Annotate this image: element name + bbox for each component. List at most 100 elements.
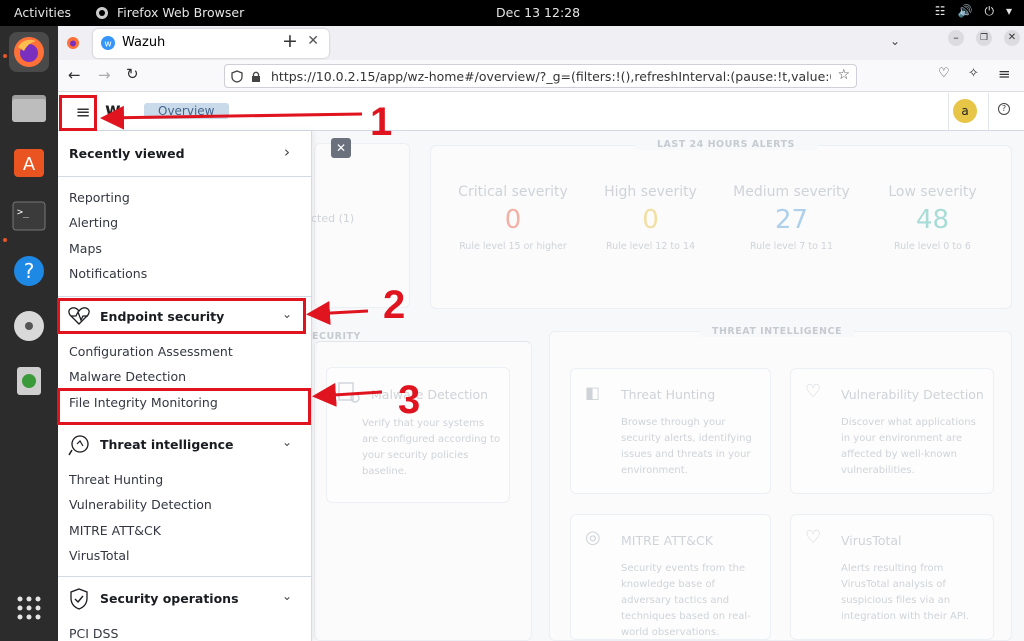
highlight-box-endpoint-security (57, 298, 306, 334)
stat-value: 0 (642, 205, 659, 235)
dock-help[interactable]: ? (9, 251, 49, 291)
card-description: Browse through your security alerts, ide… (621, 417, 752, 476)
threat-hunting-card[interactable]: ◧ Threat Hunting Browse through your sec… (570, 368, 771, 494)
extensions-icon[interactable]: ✧ (968, 66, 979, 81)
card-title: VirusTotal (841, 533, 902, 548)
malware-config-icon (338, 382, 360, 403)
chevron-down-icon[interactable]: ⌄ (282, 589, 292, 603)
stat-sub: Rule level 0 to 6 (894, 241, 971, 252)
security-operations-group[interactable]: Security operations (100, 591, 239, 606)
user-avatar[interactable]: a (953, 99, 977, 123)
app-menu[interactable]: Firefox Web Browser (95, 5, 244, 20)
help-icon[interactable]: ? (998, 103, 1010, 115)
card-description: Alerts resulting from VirusTotal analysi… (841, 563, 969, 622)
close-tab-icon[interactable]: ✕ (307, 33, 319, 49)
threat-section-title: THREAT INTELLIGENCE (700, 326, 854, 337)
card-description: Security events from the knowledge base … (621, 563, 751, 638)
chevron-right-icon[interactable]: › (284, 143, 290, 161)
dock-disc[interactable] (9, 306, 49, 346)
virustotal-card[interactable]: ♡ VirusTotal Alerts resulting from Virus… (790, 514, 994, 640)
minimize-button[interactable]: – (948, 30, 964, 46)
menu-item-reporting[interactable]: Reporting (69, 190, 130, 205)
medium-severity-stat[interactable]: Medium severity 27 Rule level 7 to 11 (714, 184, 869, 252)
mitre-attack-card[interactable]: ◎ MITRE ATT&CK Security events from the … (570, 514, 771, 640)
reload-icon[interactable]: ↻ (126, 65, 139, 83)
address-bar[interactable]: https://10.0.2.15/app/wz-home#/overview/… (224, 64, 857, 88)
close-window-button[interactable]: ✕ (1004, 30, 1020, 46)
pocket-icon[interactable]: ♡ (938, 66, 950, 81)
svg-text:w: w (104, 40, 111, 50)
shield-icon (231, 70, 243, 83)
menu-item-maps[interactable]: Maps (69, 241, 102, 256)
clock[interactable]: Dec 13 12:28 (496, 5, 580, 20)
menu-item-mitre-attack[interactable]: MITRE ATT&CK (69, 523, 161, 538)
dock-files[interactable] (9, 88, 49, 128)
target-icon: ◎ (585, 527, 601, 548)
heart-icon: ♡ (805, 381, 822, 402)
highlight-box-hamburger (59, 95, 97, 131)
show-apps-button[interactable] (9, 588, 49, 628)
activities-button[interactable]: Activities (14, 5, 71, 20)
back-arrow-icon[interactable]: ← (68, 66, 81, 84)
card-description: Discover what applications in your envir… (841, 417, 976, 476)
app-name: Firefox Web Browser (117, 5, 245, 20)
last-24h-alerts-panel: LAST 24 HOURS ALERTS Critical severity 0… (430, 139, 1012, 309)
security-operations-icon (70, 588, 88, 610)
step-number-1: 1 (370, 100, 393, 144)
menu-item-malware-detection[interactable]: Malware Detection (69, 369, 186, 384)
vulnerability-detection-card[interactable]: ♡ Vulnerability Detection Discover what … (790, 368, 994, 494)
forward-arrow-icon[interactable]: → (98, 66, 111, 84)
card-description: Verify that your systems are configured … (362, 418, 501, 477)
menu-item-pci-dss[interactable]: PCI DSS (69, 626, 118, 641)
critical-severity-stat[interactable]: Critical severity 0 Rule level 15 or hig… (433, 184, 593, 252)
menu-divider (58, 296, 312, 297)
recently-viewed-title[interactable]: Recently viewed (69, 146, 185, 161)
menu-item-threat-hunting[interactable]: Threat Hunting (69, 472, 163, 487)
threat-hunting-icon: ◧ (585, 383, 601, 402)
chevron-down-icon[interactable]: ⌄ (282, 435, 292, 449)
menu-item-notifications[interactable]: Notifications (69, 266, 147, 281)
menu-item-vulnerability-detection[interactable]: Vulnerability Detection (69, 497, 212, 512)
system-top-bar: Activities Firefox Web Browser Dec 13 12… (0, 0, 1024, 26)
menu-caret-icon: ▾ (1005, 4, 1012, 18)
app-header: ≡ w Overview a ? (58, 93, 1024, 131)
menu-item-virustotal[interactable]: VirusTotal (69, 548, 130, 563)
app-menu-icon[interactable]: ≡ (998, 65, 1011, 83)
power-icon: ⏻ (984, 4, 994, 18)
dock-terminal[interactable]: >_ (9, 196, 49, 236)
high-severity-stat[interactable]: High severity 0 Rule level 12 to 14 (573, 184, 728, 252)
trash-icon (17, 367, 41, 395)
header-divider (988, 93, 989, 130)
step-number-2: 2 (383, 283, 406, 327)
header-divider (948, 93, 949, 130)
menu-item-alerting[interactable]: Alerting (69, 215, 118, 230)
dock-firefox[interactable] (9, 32, 49, 72)
firefox-icon (96, 6, 108, 19)
heartbeat-icon: ♡ (805, 527, 822, 548)
threat-intelligence-group[interactable]: Threat intelligence (100, 437, 234, 452)
dock: A >_ ? (0, 26, 58, 641)
new-tab-button[interactable]: + (282, 30, 298, 52)
low-severity-stat[interactable]: Low severity 48 Rule level 0 to 6 (855, 184, 1010, 252)
url-text: https://10.0.2.15/app/wz-home#/overview/… (271, 69, 831, 84)
network-icon: ☷ (934, 4, 946, 18)
dock-software[interactable]: A (9, 142, 49, 182)
volume-icon: 🔊 (957, 4, 973, 18)
list-tabs-chevron-icon[interactable]: ⌄ (890, 34, 900, 48)
firefox-icon (14, 37, 44, 67)
firefox-view-icon[interactable] (66, 36, 80, 50)
stat-sub: Rule level 12 to 14 (605, 241, 696, 252)
dock-trash[interactable] (9, 360, 49, 400)
tab-title: Wazuh (122, 35, 166, 50)
terminal-icon: >_ (12, 201, 46, 231)
system-tray[interactable]: ☷ 🔊 ⏻ ▾ (935, 4, 1012, 19)
close-menu-button[interactable]: ✕ (331, 138, 351, 158)
alerts-section-title: LAST 24 HOURS ALERTS (635, 139, 817, 150)
highlight-box-file-integrity (57, 388, 311, 425)
bookmark-star-icon[interactable]: ☆ (837, 67, 850, 83)
breadcrumb-overview[interactable]: Overview (144, 103, 229, 119)
restore-button[interactable]: ❐ (976, 30, 992, 46)
menu-item-configuration-assessment[interactable]: Configuration Assessment (69, 344, 233, 359)
step-number-3: 3 (398, 378, 421, 422)
stat-value: 0 (504, 205, 522, 235)
